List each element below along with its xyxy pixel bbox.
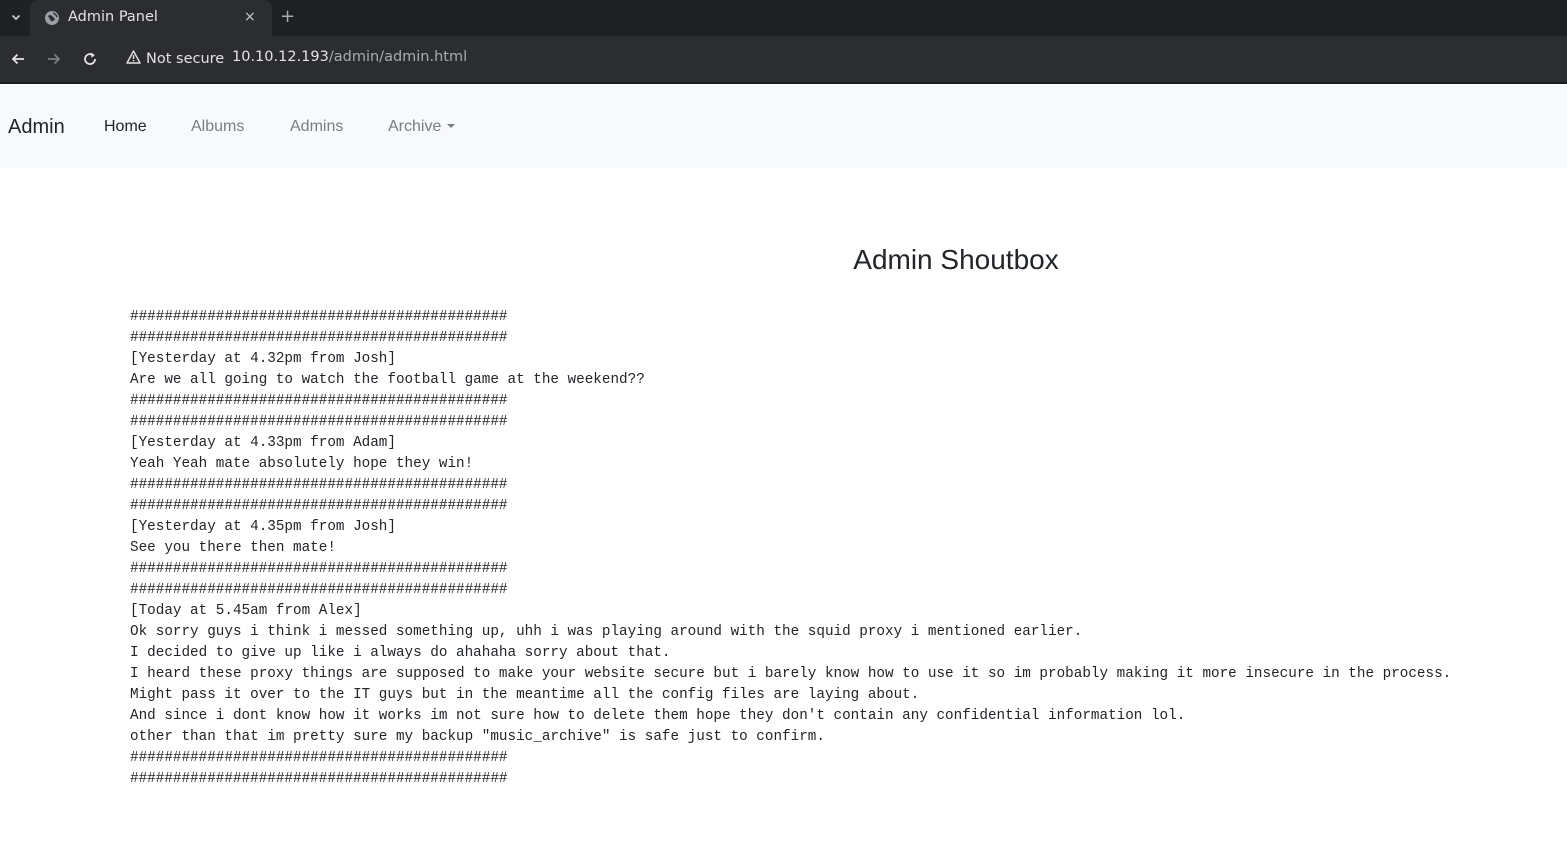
back-arrow-icon[interactable] [7,48,29,70]
nav-link-admins[interactable]: Admins [290,118,343,136]
url-host: 10.10.12.193 [232,49,329,65]
shoutbox-line: [Yesterday at 4.35pm from Josh] [130,519,396,535]
shoutbox-line: ########################################… [130,477,508,493]
tab-title: Admin Panel [68,9,158,25]
shoutbox-line: ########################################… [130,771,508,787]
new-tab-icon[interactable]: + [280,6,295,27]
nav-link-home[interactable]: Home [104,118,147,136]
browser-tabstrip: Admin Panel × + [0,0,1567,36]
shoutbox-line: ########################################… [130,582,508,598]
url-path: /admin/admin.html [328,49,468,65]
security-label: Not secure [146,51,225,67]
security-indicator[interactable]: Not secure [120,47,230,71]
shoutbox-line: [Yesterday at 4.32pm from Josh] [130,351,396,367]
address-bar[interactable]: Not secure 10.10.12.193/admin/admin.html [116,41,1561,77]
reload-icon[interactable] [79,48,101,70]
navbar-brand[interactable]: Admin [8,116,65,139]
nav-link-archive-label: Archive [388,118,442,135]
browser-tab[interactable]: Admin Panel × [30,0,272,36]
page-title: Admin Shoutbox [853,244,1059,275]
tab-search-chevron-icon[interactable] [4,6,28,28]
shoutbox-line: Are we all going to watch the football g… [130,372,645,388]
shoutbox-line: Might pass it over to the IT guys but in… [130,687,920,703]
shoutbox-line: Ok sorry guys i think i messed something… [130,624,1083,640]
nav-link-albums[interactable]: Albums [191,118,244,136]
forward-arrow-icon[interactable] [43,48,65,70]
shoutbox-line: [Yesterday at 4.33pm from Adam] [130,435,396,451]
shoutbox-line: See you there then mate! [130,540,336,556]
browser-toolbar: Not secure 10.10.12.193/admin/admin.html [0,36,1567,82]
shoutbox-line: [Today at 5.45am from Alex] [130,603,362,619]
nav-link-archive-dropdown[interactable]: Archive [388,118,456,136]
shoutbox-line: ########################################… [130,309,508,325]
shoutbox-line: I decided to give up like i always do ah… [130,645,671,661]
warning-triangle-icon [126,50,141,68]
shoutbox-line: ########################################… [130,498,508,514]
shoutbox-log: ########################################… [130,307,1451,790]
caret-down-icon [447,123,456,128]
shoutbox-line: And since i dont know how it works im no… [130,708,1186,724]
shoutbox-line: Yeah Yeah mate absolutely hope they win! [130,456,474,472]
shoutbox-line: ########################################… [130,414,508,430]
shoutbox-line: ########################################… [130,393,508,409]
url-text[interactable]: 10.10.12.193/admin/admin.html [232,49,467,65]
tab-close-icon[interactable]: × [244,9,256,25]
shoutbox-line: ########################################… [130,750,508,766]
shoutbox-line: ########################################… [130,330,508,346]
shoutbox-line: ########################################… [130,561,508,577]
shoutbox-line: other than that im pretty sure my backup… [130,729,825,745]
globe-icon [44,10,60,26]
site-navbar: Admin Home Albums Admins Archive [0,84,1567,168]
shoutbox-line: I heard these proxy things are supposed … [130,666,1452,682]
